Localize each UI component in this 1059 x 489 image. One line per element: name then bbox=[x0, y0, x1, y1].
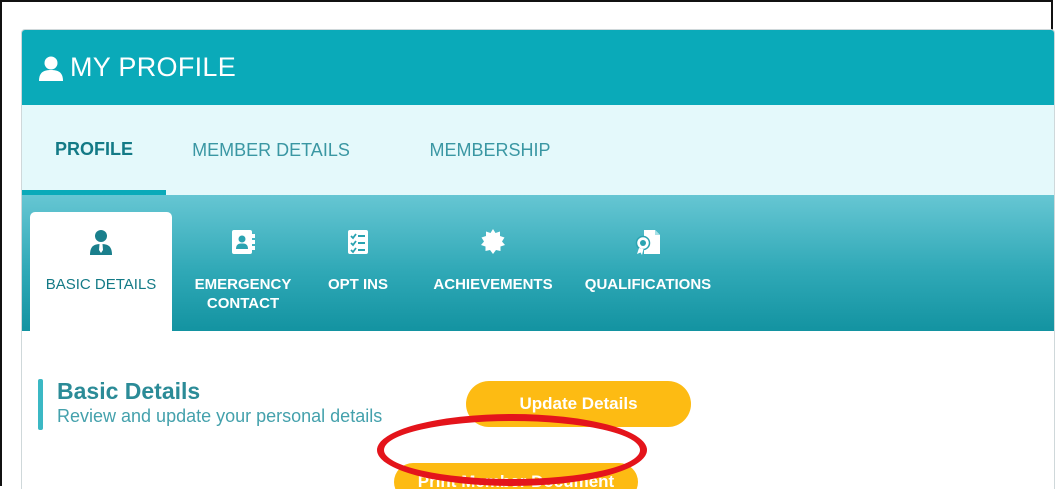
tab-profile[interactable]: PROFILE bbox=[22, 105, 166, 195]
screenshot-frame: MY PROFILE PROFILE MEMBER DETAILS MEMBER… bbox=[0, 0, 1055, 489]
subtab-label: BASIC DETAILS bbox=[45, 276, 157, 293]
subtab-emergency-contact[interactable]: EMERGENCY CONTACT bbox=[180, 195, 306, 331]
checklist-icon bbox=[345, 229, 371, 255]
update-details-button[interactable]: Update Details bbox=[466, 381, 691, 427]
certificate-icon bbox=[635, 229, 661, 255]
section-accent-bar bbox=[38, 379, 43, 430]
basic-details-section: Basic Details Review and update your per… bbox=[22, 331, 1054, 489]
subtab-label: OPT INS bbox=[327, 276, 388, 293]
print-member-document-button[interactable]: Print Member Document bbox=[394, 463, 638, 489]
subtab-label: QUALIFICATIONS bbox=[584, 276, 712, 293]
top-tab-bar: PROFILE MEMBER DETAILS MEMBERSHIP bbox=[22, 105, 1054, 195]
page-title: MY PROFILE bbox=[70, 52, 237, 82]
sub-tab-bar: BASIC DETAILS EMERGENCY CONTACT OPT INS … bbox=[22, 195, 1054, 332]
subtab-label-line1: EMERGENCY bbox=[194, 276, 292, 293]
section-title: Basic Details bbox=[57, 378, 201, 404]
section-subtitle: Review and update your personal details bbox=[57, 406, 383, 426]
profile-panel: MY PROFILE PROFILE MEMBER DETAILS MEMBER… bbox=[21, 29, 1055, 489]
subtab-label-line2: CONTACT bbox=[206, 295, 280, 312]
panel-header: MY PROFILE bbox=[22, 30, 1054, 105]
subtab-label: ACHIEVEMENTS bbox=[433, 276, 553, 293]
user-icon bbox=[38, 55, 64, 81]
address-book-icon bbox=[230, 229, 256, 255]
tab-member-details[interactable]: MEMBER DETAILS bbox=[176, 105, 366, 195]
user-tie-icon bbox=[88, 229, 114, 255]
subtab-basic-details[interactable]: BASIC DETAILS bbox=[30, 212, 172, 332]
badge-icon bbox=[480, 229, 506, 255]
tab-membership[interactable]: MEMBERSHIP bbox=[414, 105, 566, 195]
subtab-opt-ins[interactable]: OPT INS bbox=[318, 195, 398, 331]
subtab-achievements[interactable]: ACHIEVEMENTS bbox=[424, 195, 562, 331]
subtab-qualifications[interactable]: QUALIFICATIONS bbox=[576, 195, 720, 331]
